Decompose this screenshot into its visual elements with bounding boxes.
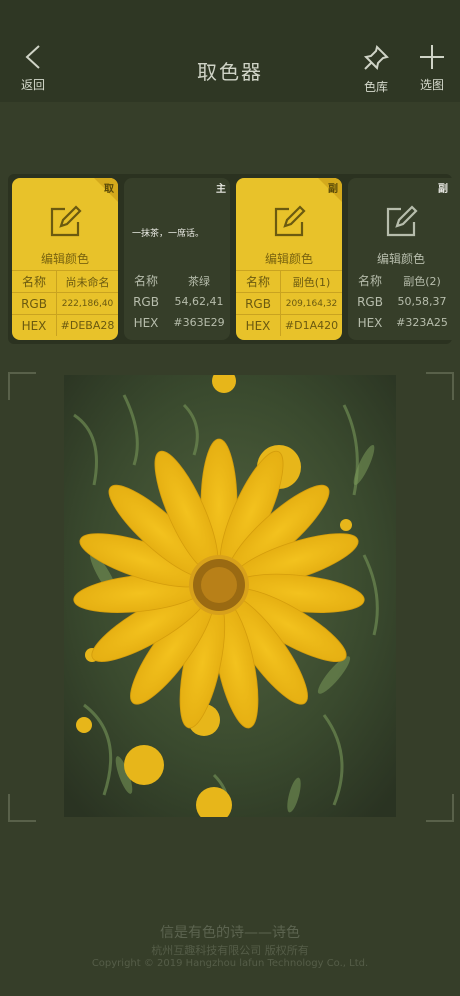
selected-photo[interactable] [64, 375, 396, 817]
hex-key: HEX [357, 315, 383, 330]
hex-key: HEX [12, 314, 57, 336]
flower-image[interactable] [64, 375, 396, 817]
edit-icon[interactable] [47, 204, 83, 240]
plus-icon [420, 45, 444, 69]
hex-key: HEX [133, 315, 159, 330]
hex-value: #D1A420 [280, 314, 342, 336]
footer-slogan: 信是有色的诗——诗色 [160, 925, 300, 941]
top-bar: 返回 取色器 色库 选图 [0, 0, 460, 102]
color-card-secondary-1[interactable]: 副 编辑颜色 名称 副色(1) RGB 209,164,32 HEX #D1A420 [236, 178, 342, 340]
color-library-button[interactable]: 色库 [356, 44, 396, 95]
select-image-label: 选图 [419, 78, 444, 92]
rgb-value: 222,186,40 [56, 292, 118, 315]
name-key: 名称 [133, 274, 158, 288]
hex-value: #323A25 [396, 316, 448, 329]
name-value: 尚未命名 [56, 270, 118, 293]
frame-corner-bottom-left [8, 794, 36, 822]
name-value: 茶绿 [188, 274, 210, 288]
footer-company: 杭州互趣科技有限公司 版权所有 [151, 944, 309, 957]
rgb-value: 50,58,37 [397, 295, 447, 308]
color-info-table: 名称 尚未命名 RGB 222,186,40 HEX #DEBA28 [12, 270, 118, 336]
pin-icon [363, 45, 389, 71]
card-tag: 主 [216, 184, 226, 195]
color-library-label: 色库 [363, 80, 388, 94]
card-tag: 副 [438, 184, 448, 195]
hex-value: #363E29 [173, 316, 225, 329]
color-info-table: 名称 副色(2) RGB 50,58,37 HEX #323A25 [348, 270, 452, 333]
hex-key: HEX [236, 314, 281, 336]
footer-copyright: Copyright © 2019 Hangzhou lafun Technolo… [91, 958, 369, 969]
frame-corner-top-right [426, 372, 454, 400]
card-tag: 取 [104, 184, 114, 195]
name-key: 名称 [12, 270, 57, 293]
poem-text: 一抹茶，一席话。 [132, 229, 205, 239]
edit-color-label[interactable]: 编辑颜色 [348, 250, 452, 267]
color-info-table: 名称 茶绿 RGB 54,62,41 HEX #363E29 [124, 270, 230, 333]
edit-color-label[interactable]: 编辑颜色 [236, 250, 342, 267]
rgb-value: 209,164,32 [280, 292, 342, 315]
rgb-key: RGB [236, 292, 281, 315]
color-card-picked[interactable]: 取 编辑颜色 名称 尚未命名 RGB 222,186,40 HEX #DEBA28 [12, 178, 118, 340]
frame-corner-top-left [8, 372, 36, 400]
edit-icon[interactable] [271, 204, 307, 240]
color-card-secondary-2[interactable]: 副 编辑颜色 名称 副色(2) RGB 50,58,37 HEX #323A25 [348, 178, 452, 340]
rgb-key: RGB [357, 294, 383, 309]
name-key: 名称 [357, 274, 382, 288]
rgb-key: RGB [133, 294, 159, 309]
color-cards-strip: 取 编辑颜色 名称 尚未命名 RGB 222,186,40 HEX #DEBA28 主… [8, 174, 452, 344]
rgb-value: 54,62,41 [174, 295, 224, 308]
color-card-main[interactable]: 主 一抹茶，一席话。 名称 茶绿 RGB 54,62,41 HEX #363E29 [124, 178, 230, 340]
name-key: 名称 [236, 270, 281, 293]
name-value: 副色(1) [280, 270, 342, 293]
card-tag: 副 [328, 184, 338, 195]
rgb-key: RGB [12, 292, 57, 315]
hex-value: #DEBA28 [56, 314, 118, 336]
name-value: 副色(2) [403, 274, 441, 288]
select-image-button[interactable]: 选图 [412, 44, 452, 93]
color-info-table: 名称 副色(1) RGB 209,164,32 HEX #D1A420 [236, 270, 342, 336]
edit-color-label[interactable]: 编辑颜色 [12, 250, 118, 267]
edit-icon[interactable] [383, 204, 419, 240]
frame-corner-bottom-right [426, 794, 454, 822]
